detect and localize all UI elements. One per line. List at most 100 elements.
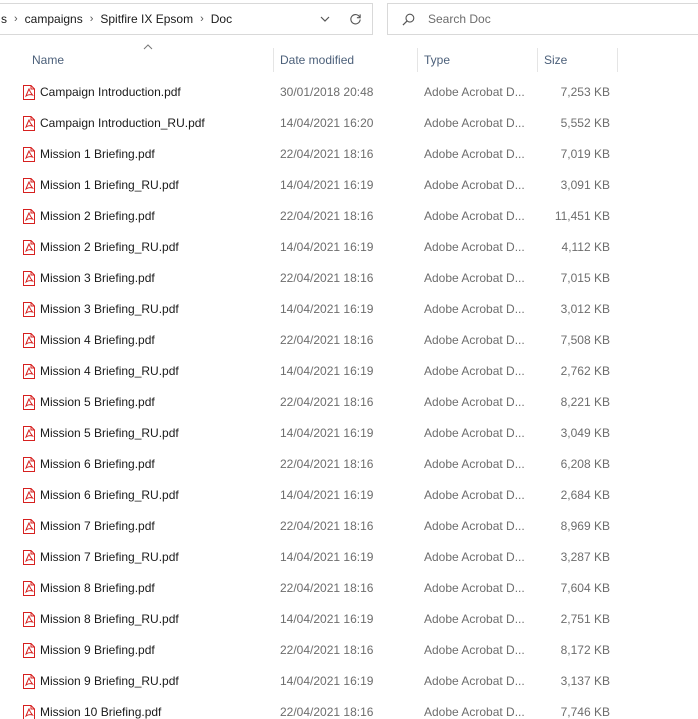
column-header-type[interactable]: Type <box>424 46 450 74</box>
pdf-file-icon <box>23 519 35 534</box>
file-date-modified: 22/04/2021 18:16 <box>280 643 374 657</box>
file-name[interactable]: Mission 3 Briefing.pdf <box>40 263 155 294</box>
file-row[interactable]: Mission 2 Briefing.pdf 22/04/2021 18:16 Ad… <box>0 201 698 232</box>
file-name[interactable]: Mission 4 Briefing.pdf <box>40 325 155 356</box>
file-date-modified: 22/04/2021 18:16 <box>280 333 374 347</box>
file-name[interactable]: Mission 6 Briefing.pdf <box>40 449 155 480</box>
file-type: Adobe Acrobat D... <box>424 426 525 440</box>
file-size: 7,604 KB <box>560 581 610 595</box>
file-date-modified: 22/04/2021 18:16 <box>280 457 374 471</box>
file-date-modified: 14/04/2021 16:19 <box>280 488 374 502</box>
column-header-date-modified[interactable]: Date modified <box>280 46 354 74</box>
file-row[interactable]: Mission 6 Briefing_RU.pdf 14/04/2021 16:1… <box>0 480 698 511</box>
file-size: 11,451 KB <box>554 209 610 223</box>
file-name[interactable]: Mission 10 Briefing.pdf <box>40 697 161 719</box>
breadcrumb: s › campaigns › Spitfire IX Epsom › Doc <box>1 4 232 34</box>
file-type: Adobe Acrobat D... <box>424 271 525 285</box>
pdf-file-icon <box>23 302 35 317</box>
file-row[interactable]: Mission 5 Briefing.pdf 22/04/2021 18:16 Ad… <box>0 387 698 418</box>
file-name[interactable]: Mission 9 Briefing.pdf <box>40 635 155 666</box>
file-type: Adobe Acrobat D... <box>424 581 525 595</box>
file-name[interactable]: Mission 4 Briefing_RU.pdf <box>40 356 179 387</box>
pdf-file-icon <box>23 395 35 410</box>
file-date-modified: 22/04/2021 18:16 <box>280 209 374 223</box>
file-row[interactable]: Mission 9 Briefing.pdf 22/04/2021 18:16 Ad… <box>0 635 698 666</box>
pdf-file-icon <box>23 147 35 162</box>
file-row[interactable]: Mission 8 Briefing.pdf 22/04/2021 18:16 Ad… <box>0 573 698 604</box>
file-type: Adobe Acrobat D... <box>424 612 525 626</box>
file-type: Adobe Acrobat D... <box>424 116 525 130</box>
breadcrumb-item-spitfire[interactable]: Spitfire IX Epsom <box>100 12 193 26</box>
file-name[interactable]: Mission 6 Briefing_RU.pdf <box>40 480 179 511</box>
column-divider[interactable] <box>617 48 618 72</box>
file-row[interactable]: Mission 3 Briefing_RU.pdf 14/04/2021 16:1… <box>0 294 698 325</box>
file-row[interactable]: Mission 10 Briefing.pdf 22/04/2021 18:16 A… <box>0 697 698 719</box>
pdf-file-icon <box>23 271 35 286</box>
file-name[interactable]: Campaign Introduction.pdf <box>40 77 181 108</box>
file-size: 2,751 KB <box>560 612 610 626</box>
file-row[interactable]: Mission 1 Briefing_RU.pdf 14/04/2021 16:1… <box>0 170 698 201</box>
file-name[interactable]: Mission 7 Briefing.pdf <box>40 511 155 542</box>
file-size: 3,049 KB <box>560 426 610 440</box>
file-name[interactable]: Mission 3 Briefing_RU.pdf <box>40 294 179 325</box>
file-row[interactable]: Mission 1 Briefing.pdf 22/04/2021 18:16 Ad… <box>0 139 698 170</box>
breadcrumb-item-doc[interactable]: Doc <box>211 12 232 26</box>
search-input[interactable]: Search Doc <box>428 4 491 34</box>
column-header-size[interactable]: Size <box>544 46 567 74</box>
file-row[interactable]: Mission 3 Briefing.pdf 22/04/2021 18:16 Ad… <box>0 263 698 294</box>
file-size: 2,684 KB <box>560 488 610 502</box>
file-row[interactable]: Mission 4 Briefing.pdf 22/04/2021 18:16 Ad… <box>0 325 698 356</box>
file-size: 3,137 KB <box>560 674 610 688</box>
file-row[interactable]: Mission 4 Briefing_RU.pdf 14/04/2021 16:1… <box>0 356 698 387</box>
file-row[interactable]: Mission 7 Briefing_RU.pdf 14/04/2021 16:1… <box>0 542 698 573</box>
file-name[interactable]: Mission 2 Briefing.pdf <box>40 201 155 232</box>
file-row[interactable]: Mission 2 Briefing_RU.pdf 14/04/2021 16:1… <box>0 232 698 263</box>
pdf-file-icon <box>23 209 35 224</box>
file-name[interactable]: Mission 5 Briefing_RU.pdf <box>40 418 179 449</box>
file-date-modified: 14/04/2021 16:20 <box>280 116 374 130</box>
pdf-file-icon <box>23 364 35 379</box>
file-type: Adobe Acrobat D... <box>424 457 525 471</box>
file-row[interactable]: Mission 8 Briefing_RU.pdf 14/04/2021 16:1… <box>0 604 698 635</box>
file-type: Adobe Acrobat D... <box>424 643 525 657</box>
file-size: 7,508 KB <box>560 333 610 347</box>
file-date-modified: 22/04/2021 18:16 <box>280 147 374 161</box>
breadcrumb-item-parent[interactable]: s <box>1 12 7 26</box>
file-type: Adobe Acrobat D... <box>424 519 525 533</box>
file-name[interactable]: Mission 8 Briefing.pdf <box>40 573 155 604</box>
file-name[interactable]: Mission 2 Briefing_RU.pdf <box>40 232 179 263</box>
file-date-modified: 14/04/2021 16:19 <box>280 612 374 626</box>
file-name[interactable]: Mission 9 Briefing_RU.pdf <box>40 666 179 697</box>
column-divider[interactable] <box>273 48 274 72</box>
file-row[interactable]: Mission 5 Briefing_RU.pdf 14/04/2021 16:1… <box>0 418 698 449</box>
file-size: 2,762 KB <box>560 364 610 378</box>
column-divider[interactable] <box>537 48 538 72</box>
pdf-file-icon <box>23 85 35 100</box>
file-name[interactable]: Mission 1 Briefing.pdf <box>40 139 155 170</box>
file-name[interactable]: Mission 1 Briefing_RU.pdf <box>40 170 179 201</box>
file-name[interactable]: Campaign Introduction_RU.pdf <box>40 108 205 139</box>
breadcrumb-item-campaigns[interactable]: campaigns <box>25 12 83 26</box>
file-list: Campaign Introduction.pdf 30/01/2018 20:4… <box>0 77 698 719</box>
file-name[interactable]: Mission 8 Briefing_RU.pdf <box>40 604 179 635</box>
file-size: 7,019 KB <box>560 147 610 161</box>
chevron-down-icon[interactable] <box>320 14 330 24</box>
pdf-file-icon <box>23 333 35 348</box>
file-date-modified: 22/04/2021 18:16 <box>280 395 374 409</box>
file-row[interactable]: Mission 7 Briefing.pdf 22/04/2021 18:16 Ad… <box>0 511 698 542</box>
column-header-name[interactable]: Name <box>32 46 64 74</box>
file-row[interactable]: Campaign Introduction.pdf 30/01/2018 20:4… <box>0 77 698 108</box>
search-box[interactable]: Search Doc <box>387 3 698 35</box>
refresh-icon[interactable] <box>349 13 362 26</box>
file-name[interactable]: Mission 5 Briefing.pdf <box>40 387 155 418</box>
file-row[interactable]: Mission 9 Briefing_RU.pdf 14/04/2021 16:1… <box>0 666 698 697</box>
file-row[interactable]: Campaign Introduction_RU.pdf 14/04/2021 1… <box>0 108 698 139</box>
file-date-modified: 22/04/2021 18:16 <box>280 519 374 533</box>
file-size: 4,112 KB <box>561 240 610 254</box>
file-name[interactable]: Mission 7 Briefing_RU.pdf <box>40 542 179 573</box>
file-size: 7,015 KB <box>560 271 610 285</box>
file-row[interactable]: Mission 6 Briefing.pdf 22/04/2021 18:16 Ad… <box>0 449 698 480</box>
column-divider[interactable] <box>417 48 418 72</box>
address-bar[interactable]: s › campaigns › Spitfire IX Epsom › Doc <box>0 3 373 35</box>
file-date-modified: 22/04/2021 18:16 <box>280 271 374 285</box>
